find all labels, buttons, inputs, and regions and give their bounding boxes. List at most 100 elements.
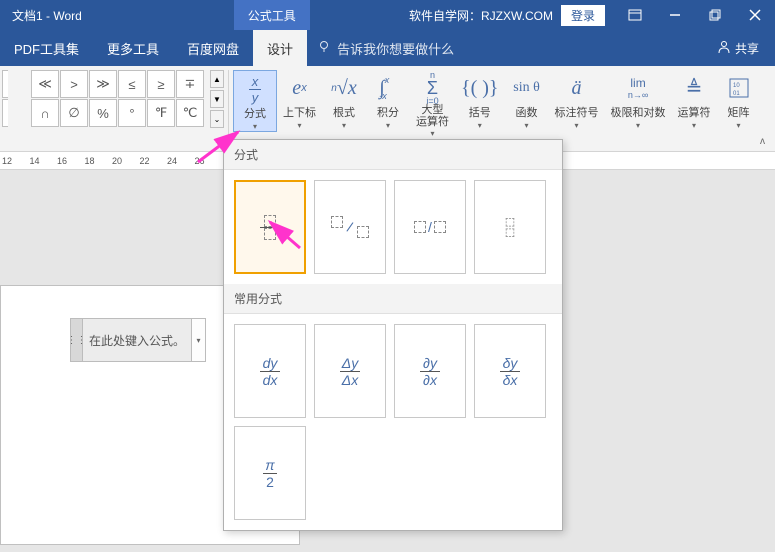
- accent-icon: ä: [572, 72, 582, 104]
- bracket-button[interactable]: {( )} 括号 ▾: [455, 70, 505, 130]
- chevron-down-icon: ▾: [636, 121, 640, 130]
- matrix-icon: 1001: [728, 72, 750, 104]
- sigma-icon: nΣi=0: [426, 72, 438, 104]
- subscript-label: 上下标: [283, 104, 316, 120]
- integral-label: 积分: [377, 104, 399, 120]
- minimize-button[interactable]: [655, 0, 695, 30]
- document-title: 文档1 - Word: [0, 7, 94, 24]
- fraction-pi-2[interactable]: π2: [234, 426, 306, 520]
- symbol-cell[interactable]: ℃: [176, 99, 204, 127]
- equation-editor[interactable]: ⋮⋮ 在此处键入公式。 ▾: [70, 318, 206, 362]
- function-label: 函数: [516, 104, 538, 120]
- integral-button[interactable]: ∫x-x 积分 ▾: [366, 70, 410, 130]
- accent-button[interactable]: ä 标注符号 ▾: [549, 70, 605, 130]
- title-bar: 文档1 - Word 公式工具 软件自学网：RJZXW.COM 登录: [0, 0, 775, 30]
- share-button[interactable]: 共享: [717, 40, 759, 57]
- operator-label: 运算符: [678, 104, 711, 120]
- chevron-down-icon: ▾: [386, 121, 390, 130]
- operator-icon: ≜: [686, 72, 703, 104]
- svg-text:01: 01: [733, 91, 740, 97]
- collapse-ribbon-icon[interactable]: ʌ: [760, 136, 765, 147]
- equation-placeholder-text[interactable]: 在此处键入公式。: [83, 332, 191, 349]
- tab-more-tools[interactable]: 更多工具: [93, 30, 173, 66]
- equation-options-icon[interactable]: ▾: [191, 319, 205, 361]
- chevron-down-icon: ▾: [253, 122, 257, 131]
- scroll-down-icon[interactable]: ▼: [210, 90, 224, 108]
- symbol-cell[interactable]: °: [118, 99, 146, 127]
- scroll-more-icon[interactable]: ⌄: [210, 110, 224, 128]
- fraction-button[interactable]: xy 分式 ▾: [233, 70, 277, 132]
- tab-design[interactable]: 设计: [253, 30, 307, 66]
- function-button[interactable]: sin θ 函数 ▾: [505, 70, 549, 130]
- chevron-down-icon: ▾: [737, 121, 741, 130]
- restore-button[interactable]: [695, 0, 735, 30]
- symbol-cell[interactable]: ≪: [31, 70, 59, 98]
- symbol-cell[interactable]: >: [60, 70, 88, 98]
- bracket-icon: {( )}: [461, 72, 499, 104]
- integral-icon: ∫x-x: [379, 72, 396, 104]
- tell-me-search[interactable]: 告诉我你想要做什么: [317, 39, 454, 58]
- symbol-cell[interactable]: ℉: [147, 99, 175, 127]
- symbol-cell[interactable]: [2, 99, 8, 127]
- login-button[interactable]: 登录: [561, 5, 605, 26]
- radical-icon: n√x: [331, 72, 356, 104]
- limit-button[interactable]: limn→∞ 极限和对数 ▾: [605, 70, 672, 130]
- radical-button[interactable]: n√x 根式 ▾: [322, 70, 366, 130]
- large-operator-button[interactable]: nΣi=0 大型 运算符 ▾: [410, 70, 455, 138]
- tab-pdf-tools[interactable]: PDF工具集: [0, 30, 93, 66]
- chevron-down-icon: ▾: [692, 121, 696, 130]
- symbol-cell[interactable]: [2, 70, 8, 98]
- symbol-scroll: ▲ ▼ ⌄: [210, 70, 224, 128]
- fraction-partial-y-x[interactable]: ∂y∂x: [394, 324, 466, 418]
- chevron-down-icon: ▾: [525, 121, 529, 130]
- chevron-down-icon: ▾: [430, 129, 434, 138]
- matrix-button[interactable]: 1001 矩阵 ▾: [717, 70, 761, 130]
- function-icon: sin θ: [513, 72, 540, 104]
- symbol-cell[interactable]: ≫: [89, 70, 117, 98]
- contextual-tab-equation[interactable]: 公式工具: [234, 0, 310, 30]
- large-op-label: 大型 运算符: [416, 104, 449, 128]
- fraction-small[interactable]: [474, 180, 546, 274]
- fraction-icon: xy: [249, 73, 261, 105]
- share-label: 共享: [735, 40, 759, 57]
- operator-button[interactable]: ≜ 运算符 ▾: [672, 70, 717, 130]
- chevron-down-icon: ▾: [575, 121, 579, 130]
- website-label: 软件自学网：RJZXW.COM: [409, 7, 553, 24]
- svg-text:10: 10: [733, 83, 740, 89]
- chevron-down-icon: ▾: [478, 121, 482, 130]
- person-icon: [717, 40, 731, 57]
- symbol-cell[interactable]: ≤: [118, 70, 146, 98]
- tab-baidu-pan[interactable]: 百度网盘: [173, 30, 253, 66]
- subscript-icon: ex: [292, 72, 306, 104]
- chevron-down-icon: ▾: [297, 121, 301, 130]
- scroll-up-icon[interactable]: ▲: [210, 70, 224, 88]
- matrix-label: 矩阵: [728, 104, 750, 120]
- accent-label: 标注符号: [555, 104, 599, 120]
- ribbon-tabs: PDF工具集 更多工具 百度网盘 设计 告诉我你想要做什么 共享: [0, 30, 775, 66]
- fraction-delta-small[interactable]: δyδx: [474, 324, 546, 418]
- symbol-grid: ≪ > ≫ ≤ ≥ ∓ ∩ ∅ % ° ℉ ℃: [2, 70, 204, 127]
- tell-me-label: 告诉我你想要做什么: [337, 39, 454, 58]
- fraction-dy-dx[interactable]: dydx: [234, 324, 306, 418]
- equation-handle-icon[interactable]: ⋮⋮: [71, 319, 83, 361]
- fraction-skewed[interactable]: /: [314, 180, 386, 274]
- symbol-cell[interactable]: ∩: [31, 99, 59, 127]
- lightbulb-icon: [317, 40, 331, 57]
- fraction-linear[interactable]: /: [394, 180, 466, 274]
- symbol-cell[interactable]: ∓: [176, 70, 204, 98]
- symbol-cell[interactable]: ∅: [60, 99, 88, 127]
- subscript-button[interactable]: ex 上下标 ▾: [277, 70, 322, 130]
- limit-icon: limn→∞: [628, 72, 648, 104]
- ribbon-display-options-icon[interactable]: [615, 0, 655, 30]
- close-button[interactable]: [735, 0, 775, 30]
- fraction-delta-y-delta-x[interactable]: ΔyΔx: [314, 324, 386, 418]
- limit-label: 极限和对数: [611, 104, 666, 120]
- symbol-cell[interactable]: ≥: [147, 70, 175, 98]
- chevron-down-icon: ▾: [342, 121, 346, 130]
- symbol-cell[interactable]: %: [89, 99, 117, 127]
- fraction-gallery: 分式 / / 常用分式 dydx ΔyΔx ∂y∂x δyδx π2: [223, 139, 563, 531]
- bracket-label: 括号: [469, 104, 491, 120]
- gallery-section-header: 常用分式: [224, 284, 562, 314]
- gallery-section-header: 分式: [224, 140, 562, 170]
- radical-label: 根式: [333, 104, 355, 120]
